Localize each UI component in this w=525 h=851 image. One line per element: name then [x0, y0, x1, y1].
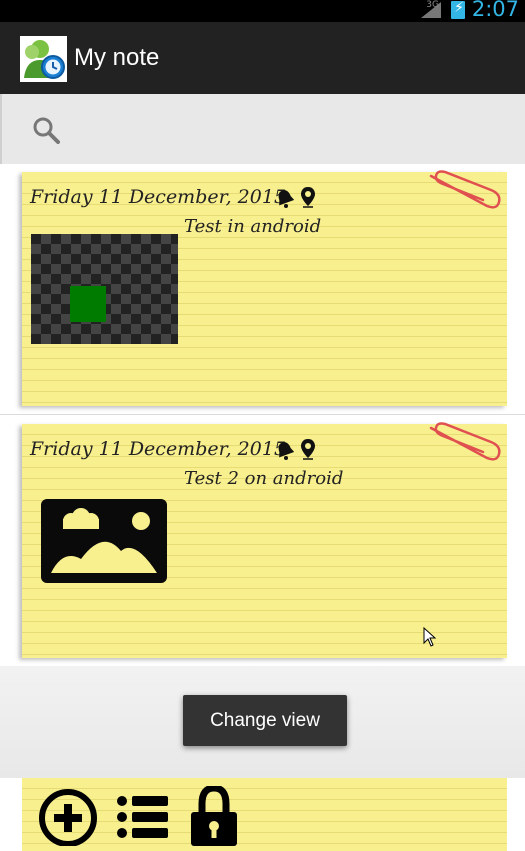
note-thumbnail	[31, 234, 178, 344]
status-time: 2:07	[471, 0, 519, 21]
contacts-clock-icon[interactable]	[20, 36, 67, 82]
add-circle-icon	[39, 789, 97, 847]
status-bar: 3G ⚡ 2:07	[0, 0, 525, 22]
location-pin-icon	[300, 186, 316, 208]
note-title: Test in android	[184, 216, 322, 237]
note-paper: Friday 11 December, 2015 Test in android	[22, 170, 507, 406]
list-view-icon	[117, 796, 168, 838]
bottom-toolbar	[22, 778, 507, 851]
search-bar[interactable]	[0, 94, 525, 164]
paperclip-icon	[425, 170, 503, 212]
note-date: Friday 11 December, 2015	[30, 186, 287, 208]
thumbnail-green-square	[70, 286, 106, 322]
note-item[interactable]: Friday 11 December, 2015 Test 2 on andro…	[0, 416, 525, 667]
note-item[interactable]: Friday 11 December, 2015 Test in android	[0, 164, 525, 415]
bell-icon	[276, 188, 295, 208]
action-bar: My note	[0, 22, 525, 94]
lock-button[interactable]	[188, 784, 248, 846]
network-type: 3G	[426, 0, 439, 10]
paperclip-icon	[425, 422, 503, 464]
mouse-cursor-icon	[423, 626, 437, 647]
toast-message: Change view	[183, 695, 347, 746]
image-placeholder-icon	[41, 499, 167, 583]
app-title: My note	[74, 44, 160, 71]
bell-icon	[276, 440, 295, 460]
charging-icon: ⚡	[454, 0, 464, 16]
note-date: Friday 11 December, 2015	[30, 438, 287, 460]
note-paper: Friday 11 December, 2015 Test 2 on andro…	[22, 422, 507, 658]
search-icon[interactable]	[32, 116, 60, 144]
note-title: Test 2 on android	[184, 468, 344, 489]
add-note-button[interactable]	[38, 786, 98, 847]
location-pin-icon	[300, 438, 316, 460]
list-view-button[interactable]	[114, 786, 174, 846]
lock-icon	[191, 784, 237, 846]
